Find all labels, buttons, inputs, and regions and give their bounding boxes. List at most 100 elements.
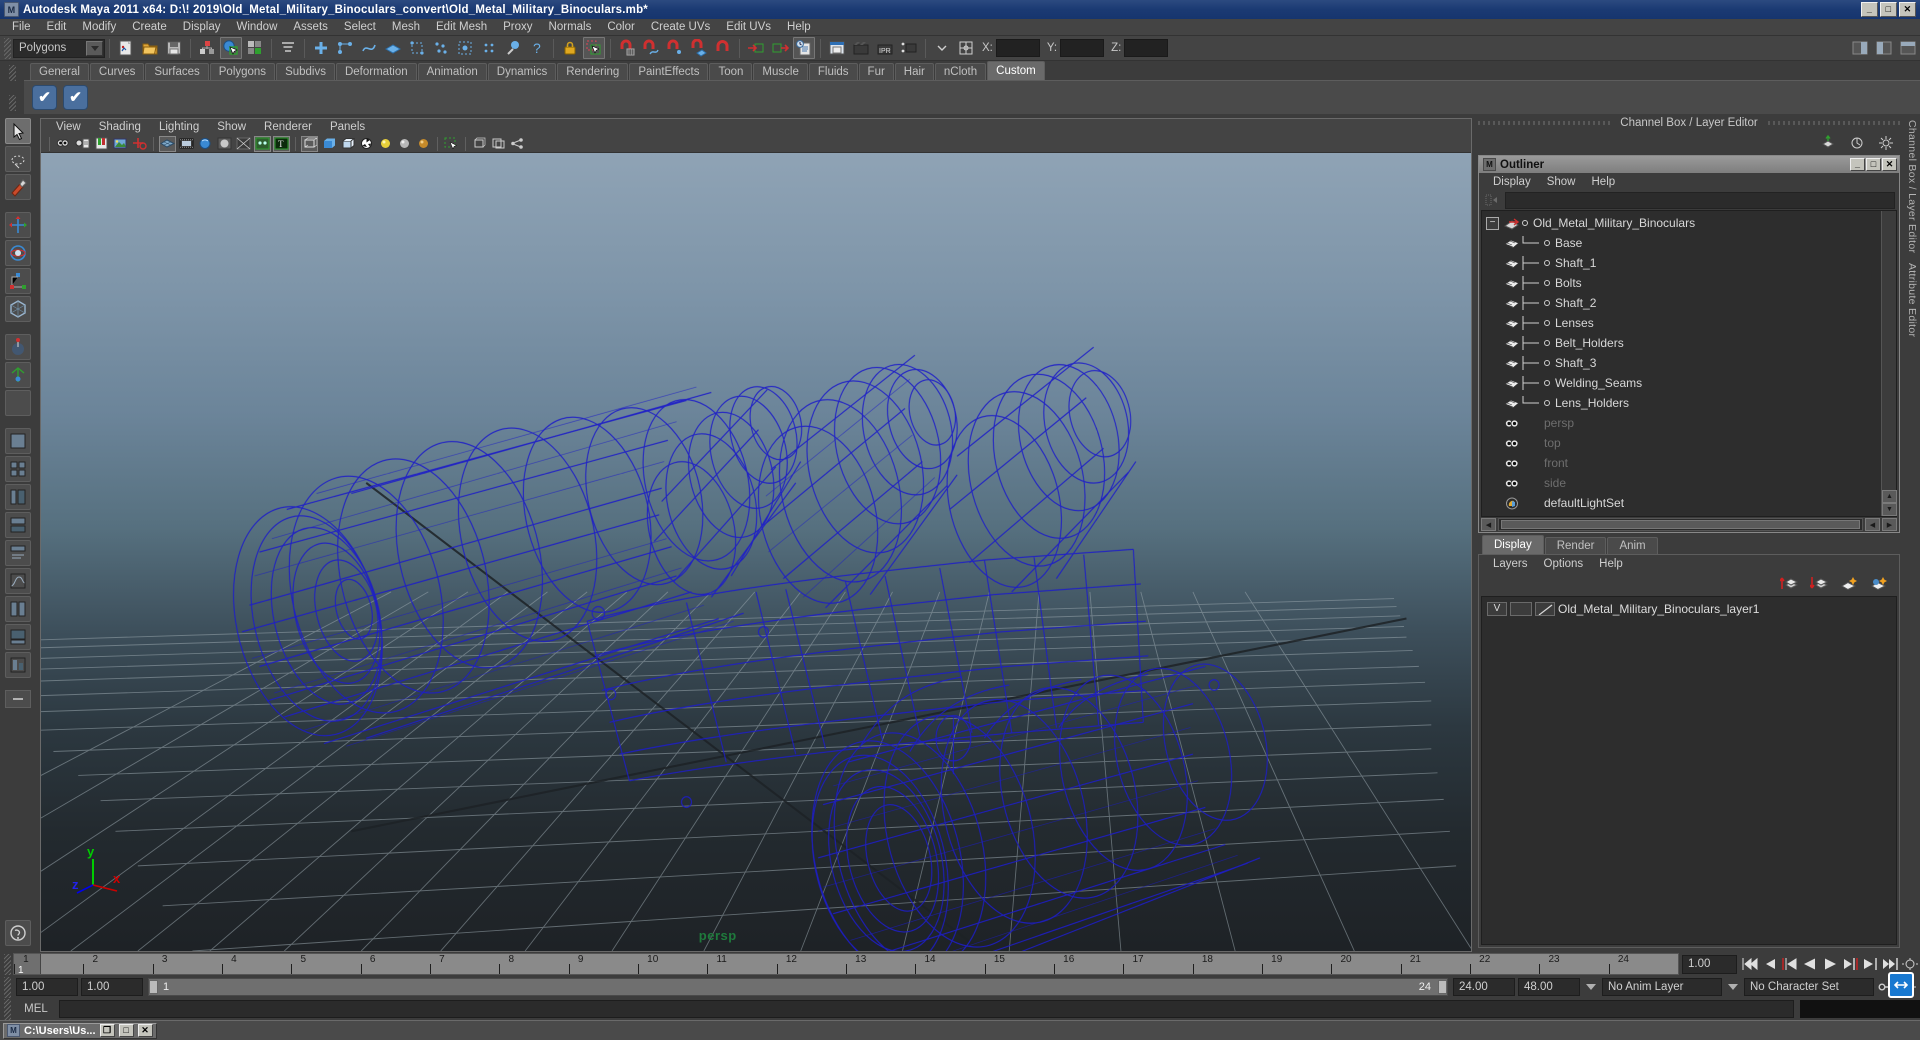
outliner-row-base[interactable]: Base (1482, 233, 1881, 253)
scroll-right-icon[interactable]: ◀ (1865, 518, 1880, 531)
layer-visibility-toggle[interactable]: V (1487, 601, 1507, 616)
anim-layer-field[interactable]: No Anim Layer (1602, 978, 1722, 996)
chevron-down-icon[interactable] (1583, 978, 1599, 996)
xray-icon[interactable] (235, 136, 252, 152)
outliner-row-top[interactable]: top (1482, 433, 1881, 453)
current-time-field[interactable]: 1.00 (1682, 954, 1737, 974)
menu-color[interactable]: Color (599, 19, 642, 36)
shelf-tab-toon[interactable]: Toon (709, 63, 753, 80)
tab-display[interactable]: Display (1482, 535, 1544, 554)
taskbar-restore-icon[interactable]: ❐ (99, 1024, 115, 1037)
collapse-toolbox-icon[interactable] (5, 690, 31, 708)
taskbar-window-button[interactable]: M C:\Users\Us... ❐ □ ✕ (3, 1022, 157, 1039)
outliner-row-shaft-3[interactable]: Shaft_3 (1482, 353, 1881, 373)
quick-layout-relationship-icon[interactable] (5, 596, 31, 622)
quick-layout-single-icon[interactable] (5, 428, 31, 454)
rotate-tool-icon[interactable] (5, 240, 31, 266)
layer-menu-options[interactable]: Options (1536, 558, 1592, 570)
outliner-vertical-scrollbar[interactable]: ▲ ▼ (1881, 211, 1897, 516)
outliner-horizontal-scrollbar[interactable]: ◀ ◀ ▶ (1479, 517, 1899, 532)
quick-layout-hypershade-icon[interactable] (5, 540, 31, 566)
selection-mask-icon[interactable] (583, 37, 605, 59)
select-hierarchy-icon[interactable] (196, 37, 218, 59)
paint-select-tool-icon[interactable] (5, 174, 31, 200)
playback-end-field[interactable]: 48.00 (1518, 978, 1580, 996)
outliner-row-root[interactable]: − Old_Metal_Military_Binoculars (1482, 213, 1881, 233)
menu-help[interactable]: Help (779, 19, 819, 36)
help-line-icon[interactable] (5, 920, 31, 946)
smooth-shading-icon[interactable] (320, 136, 337, 152)
exposure-icon[interactable] (490, 136, 507, 152)
select-misc-icon[interactable] (478, 37, 500, 59)
scale-tool-icon[interactable] (5, 268, 31, 294)
taskbar-close-icon[interactable]: ✕ (137, 1024, 153, 1037)
scroll-down-icon[interactable]: ▼ (1882, 503, 1897, 516)
snap-plane-icon[interactable] (688, 37, 710, 59)
image-plane-icon[interactable] (112, 136, 129, 152)
shelf-tab-surfaces[interactable]: Surfaces (145, 63, 209, 80)
hardware-texturing-icon[interactable] (358, 136, 375, 152)
flat-shading-icon[interactable] (339, 136, 356, 152)
tab-render[interactable]: Render (1544, 537, 1607, 554)
range-start-field[interactable]: 1.00 (16, 978, 78, 996)
two-d-pan-zoom-icon[interactable] (131, 136, 148, 152)
menu-mesh[interactable]: Mesh (384, 19, 428, 36)
viewport-menu-show[interactable]: Show (208, 119, 255, 135)
camera-attributes-icon[interactable] (74, 136, 91, 152)
shelf-tab-hair[interactable]: Hair (894, 63, 934, 80)
menu-assets[interactable]: Assets (285, 19, 336, 36)
outliner-row-lenses[interactable]: Lenses (1482, 313, 1881, 333)
show-channelbox-icon[interactable] (1849, 37, 1871, 59)
range-slider-grip[interactable] (4, 976, 11, 998)
menu-display[interactable]: Display (175, 19, 229, 36)
lights-toggle-icon[interactable] (254, 135, 271, 152)
outliner-row-front[interactable]: front (1482, 453, 1881, 473)
layer-playback-toggle[interactable] (1510, 601, 1532, 616)
resolution-gate-icon[interactable] (197, 136, 214, 152)
minimize-icon[interactable]: _ (1861, 2, 1878, 17)
scroll-up-icon[interactable]: ▲ (1882, 490, 1897, 503)
shelf-grip[interactable] (8, 65, 16, 81)
shelf-tab-muscle[interactable]: Muscle (753, 63, 808, 80)
select-rendering-icon[interactable] (454, 37, 476, 59)
range-start-handle[interactable] (149, 980, 158, 994)
outliner-row-shaft-1[interactable]: Shaft_1 (1482, 253, 1881, 273)
last-tool-used-icon[interactable] (5, 390, 31, 416)
maximize-icon[interactable]: □ (1880, 2, 1897, 17)
shelf-tab-dynamics[interactable]: Dynamics (487, 63, 557, 80)
construction-history-icon[interactable] (793, 37, 815, 59)
previous-key-icon[interactable] (1780, 954, 1800, 974)
outliner-row-default-light-set[interactable]: defaultLightSet (1482, 493, 1881, 513)
universal-manipulator-icon[interactable] (5, 296, 31, 322)
layer-color-swatch[interactable] (1535, 601, 1555, 616)
quick-layout-four-icon[interactable] (5, 456, 31, 482)
shelf-tab-deformation[interactable]: Deformation (335, 63, 417, 80)
menuset-selector[interactable]: Polygons (13, 38, 105, 58)
character-set-field[interactable]: No Character Set (1744, 978, 1874, 996)
shelf-item-checkmark-2-icon[interactable]: ✔ (63, 85, 88, 110)
shelf-left-grip[interactable] (0, 61, 24, 114)
close-icon[interactable]: ✕ (1899, 2, 1916, 17)
viewport-menu-view[interactable]: View (47, 119, 90, 135)
viewport-3d-canvas[interactable]: y x z persp (41, 153, 1471, 951)
new-layer-icon[interactable] (1838, 572, 1860, 594)
move-tool-icon[interactable] (5, 212, 31, 238)
shelf-tab-animation[interactable]: Animation (417, 63, 487, 80)
open-scene-icon[interactable] (139, 37, 161, 59)
tab-anim[interactable]: Anim (1607, 537, 1658, 554)
shelf-tab-rendering[interactable]: Rendering (557, 63, 629, 80)
animation-preferences-icon[interactable] (1900, 954, 1920, 974)
channelbox-settings-icon[interactable] (1875, 132, 1897, 154)
paint-select-icon[interactable] (502, 37, 524, 59)
toolbar-grip[interactable] (4, 37, 11, 59)
move-layer-up-icon[interactable] (1778, 572, 1800, 594)
outliner-row-shaft-2[interactable]: Shaft_2 (1482, 293, 1881, 313)
shelf-tab-custom[interactable]: Custom (987, 61, 1045, 80)
viewport-menu-renderer[interactable]: Renderer (255, 119, 321, 135)
film-gate-icon[interactable] (178, 136, 195, 152)
chevron-down-icon-2[interactable] (1725, 978, 1741, 996)
render-settings-icon[interactable] (898, 37, 920, 59)
light-yellow-icon[interactable] (377, 136, 394, 152)
output-connection-icon[interactable] (769, 37, 791, 59)
expand-collapse-icon[interactable]: − (1486, 216, 1499, 230)
